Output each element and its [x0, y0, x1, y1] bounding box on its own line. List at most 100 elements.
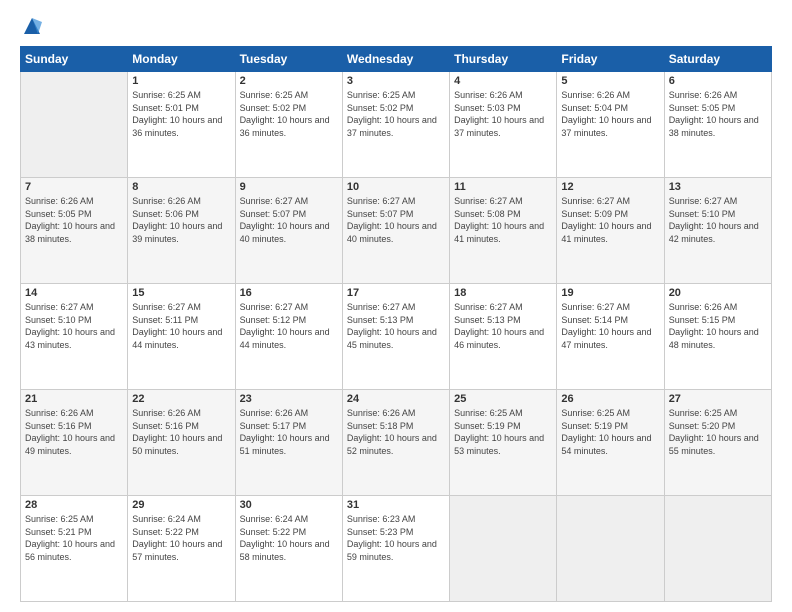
calendar-week-1: 1 Sunrise: 6:25 AM Sunset: 5:01 PM Dayli…: [21, 72, 772, 178]
calendar-cell: 24 Sunrise: 6:26 AM Sunset: 5:18 PM Dayl…: [342, 390, 449, 496]
calendar-cell: 30 Sunrise: 6:24 AM Sunset: 5:22 PM Dayl…: [235, 496, 342, 602]
sunset-text: Sunset: 5:10 PM: [669, 209, 736, 219]
sunset-text: Sunset: 5:06 PM: [132, 209, 199, 219]
daylight-text: Daylight: 10 hours and 40 minutes.: [347, 221, 437, 244]
daylight-text: Daylight: 10 hours and 46 minutes.: [454, 327, 544, 350]
sunrise-text: Sunrise: 6:24 AM: [132, 514, 201, 524]
day-info: Sunrise: 6:27 AM Sunset: 5:13 PM Dayligh…: [454, 301, 552, 351]
day-info: Sunrise: 6:27 AM Sunset: 5:10 PM Dayligh…: [25, 301, 123, 351]
header: [20, 16, 772, 36]
calendar-cell: 4 Sunrise: 6:26 AM Sunset: 5:03 PM Dayli…: [450, 72, 557, 178]
calendar-cell: 3 Sunrise: 6:25 AM Sunset: 5:02 PM Dayli…: [342, 72, 449, 178]
day-info: Sunrise: 6:27 AM Sunset: 5:14 PM Dayligh…: [561, 301, 659, 351]
day-number: 25: [454, 393, 552, 405]
sunset-text: Sunset: 5:15 PM: [669, 315, 736, 325]
daylight-text: Daylight: 10 hours and 43 minutes.: [25, 327, 115, 350]
day-number: 12: [561, 181, 659, 193]
sunset-text: Sunset: 5:17 PM: [240, 421, 307, 431]
header-wednesday: Wednesday: [342, 47, 449, 72]
sunrise-text: Sunrise: 6:25 AM: [669, 408, 738, 418]
sunset-text: Sunset: 5:10 PM: [25, 315, 92, 325]
day-info: Sunrise: 6:27 AM Sunset: 5:07 PM Dayligh…: [347, 195, 445, 245]
sunset-text: Sunset: 5:22 PM: [132, 527, 199, 537]
daylight-text: Daylight: 10 hours and 50 minutes.: [132, 433, 222, 456]
day-number: 23: [240, 393, 338, 405]
day-info: Sunrise: 6:26 AM Sunset: 5:06 PM Dayligh…: [132, 195, 230, 245]
calendar-cell: 12 Sunrise: 6:27 AM Sunset: 5:09 PM Dayl…: [557, 178, 664, 284]
sunset-text: Sunset: 5:23 PM: [347, 527, 414, 537]
day-number: 3: [347, 75, 445, 87]
header-saturday: Saturday: [664, 47, 771, 72]
calendar-cell: 21 Sunrise: 6:26 AM Sunset: 5:16 PM Dayl…: [21, 390, 128, 496]
sunrise-text: Sunrise: 6:24 AM: [240, 514, 309, 524]
daylight-text: Daylight: 10 hours and 53 minutes.: [454, 433, 544, 456]
sunset-text: Sunset: 5:04 PM: [561, 103, 628, 113]
day-info: Sunrise: 6:24 AM Sunset: 5:22 PM Dayligh…: [132, 513, 230, 563]
sunrise-text: Sunrise: 6:25 AM: [25, 514, 94, 524]
header-thursday: Thursday: [450, 47, 557, 72]
daylight-text: Daylight: 10 hours and 40 minutes.: [240, 221, 330, 244]
calendar-cell: [450, 496, 557, 602]
day-info: Sunrise: 6:26 AM Sunset: 5:05 PM Dayligh…: [669, 89, 767, 139]
calendar-header: Sunday Monday Tuesday Wednesday Thursday…: [21, 47, 772, 72]
calendar-cell: 27 Sunrise: 6:25 AM Sunset: 5:20 PM Dayl…: [664, 390, 771, 496]
sunset-text: Sunset: 5:19 PM: [561, 421, 628, 431]
sunrise-text: Sunrise: 6:25 AM: [240, 90, 309, 100]
sunset-text: Sunset: 5:02 PM: [347, 103, 414, 113]
sunrise-text: Sunrise: 6:26 AM: [132, 408, 201, 418]
daylight-text: Daylight: 10 hours and 41 minutes.: [561, 221, 651, 244]
header-monday: Monday: [128, 47, 235, 72]
day-info: Sunrise: 6:25 AM Sunset: 5:19 PM Dayligh…: [561, 407, 659, 457]
daylight-text: Daylight: 10 hours and 38 minutes.: [25, 221, 115, 244]
daylight-text: Daylight: 10 hours and 37 minutes.: [347, 115, 437, 138]
daylight-text: Daylight: 10 hours and 36 minutes.: [240, 115, 330, 138]
sunset-text: Sunset: 5:02 PM: [240, 103, 307, 113]
day-info: Sunrise: 6:25 AM Sunset: 5:21 PM Dayligh…: [25, 513, 123, 563]
calendar-cell: 1 Sunrise: 6:25 AM Sunset: 5:01 PM Dayli…: [128, 72, 235, 178]
day-number: 5: [561, 75, 659, 87]
sunrise-text: Sunrise: 6:26 AM: [669, 90, 738, 100]
sunset-text: Sunset: 5:11 PM: [132, 315, 198, 325]
calendar-cell: 19 Sunrise: 6:27 AM Sunset: 5:14 PM Dayl…: [557, 284, 664, 390]
sunset-text: Sunset: 5:20 PM: [669, 421, 736, 431]
calendar-page: Sunday Monday Tuesday Wednesday Thursday…: [0, 0, 792, 612]
sunrise-text: Sunrise: 6:27 AM: [561, 302, 630, 312]
sunset-text: Sunset: 5:22 PM: [240, 527, 307, 537]
sunrise-text: Sunrise: 6:25 AM: [132, 90, 201, 100]
sunset-text: Sunset: 5:03 PM: [454, 103, 521, 113]
sunrise-text: Sunrise: 6:26 AM: [561, 90, 630, 100]
day-info: Sunrise: 6:27 AM Sunset: 5:10 PM Dayligh…: [669, 195, 767, 245]
daylight-text: Daylight: 10 hours and 55 minutes.: [669, 433, 759, 456]
calendar-cell: 15 Sunrise: 6:27 AM Sunset: 5:11 PM Dayl…: [128, 284, 235, 390]
day-number: 18: [454, 287, 552, 299]
calendar-cell: 10 Sunrise: 6:27 AM Sunset: 5:07 PM Dayl…: [342, 178, 449, 284]
daylight-text: Daylight: 10 hours and 59 minutes.: [347, 539, 437, 562]
sunset-text: Sunset: 5:09 PM: [561, 209, 628, 219]
sunrise-text: Sunrise: 6:27 AM: [25, 302, 94, 312]
day-info: Sunrise: 6:25 AM Sunset: 5:20 PM Dayligh…: [669, 407, 767, 457]
sunset-text: Sunset: 5:14 PM: [561, 315, 628, 325]
daylight-text: Daylight: 10 hours and 51 minutes.: [240, 433, 330, 456]
day-number: 8: [132, 181, 230, 193]
calendar-week-2: 7 Sunrise: 6:26 AM Sunset: 5:05 PM Dayli…: [21, 178, 772, 284]
sunset-text: Sunset: 5:01 PM: [132, 103, 199, 113]
calendar-cell: 14 Sunrise: 6:27 AM Sunset: 5:10 PM Dayl…: [21, 284, 128, 390]
calendar-cell: 11 Sunrise: 6:27 AM Sunset: 5:08 PM Dayl…: [450, 178, 557, 284]
sunrise-text: Sunrise: 6:27 AM: [240, 302, 309, 312]
sunset-text: Sunset: 5:12 PM: [240, 315, 307, 325]
sunset-text: Sunset: 5:18 PM: [347, 421, 414, 431]
day-number: 9: [240, 181, 338, 193]
sunrise-text: Sunrise: 6:27 AM: [347, 302, 416, 312]
day-info: Sunrise: 6:26 AM Sunset: 5:04 PM Dayligh…: [561, 89, 659, 139]
daylight-text: Daylight: 10 hours and 54 minutes.: [561, 433, 651, 456]
day-number: 2: [240, 75, 338, 87]
day-info: Sunrise: 6:25 AM Sunset: 5:01 PM Dayligh…: [132, 89, 230, 139]
sunrise-text: Sunrise: 6:27 AM: [454, 196, 523, 206]
day-info: Sunrise: 6:27 AM Sunset: 5:08 PM Dayligh…: [454, 195, 552, 245]
sunset-text: Sunset: 5:05 PM: [25, 209, 92, 219]
calendar-cell: 13 Sunrise: 6:27 AM Sunset: 5:10 PM Dayl…: [664, 178, 771, 284]
calendar-body: 1 Sunrise: 6:25 AM Sunset: 5:01 PM Dayli…: [21, 72, 772, 602]
sunset-text: Sunset: 5:16 PM: [25, 421, 92, 431]
header-row: Sunday Monday Tuesday Wednesday Thursday…: [21, 47, 772, 72]
day-number: 7: [25, 181, 123, 193]
